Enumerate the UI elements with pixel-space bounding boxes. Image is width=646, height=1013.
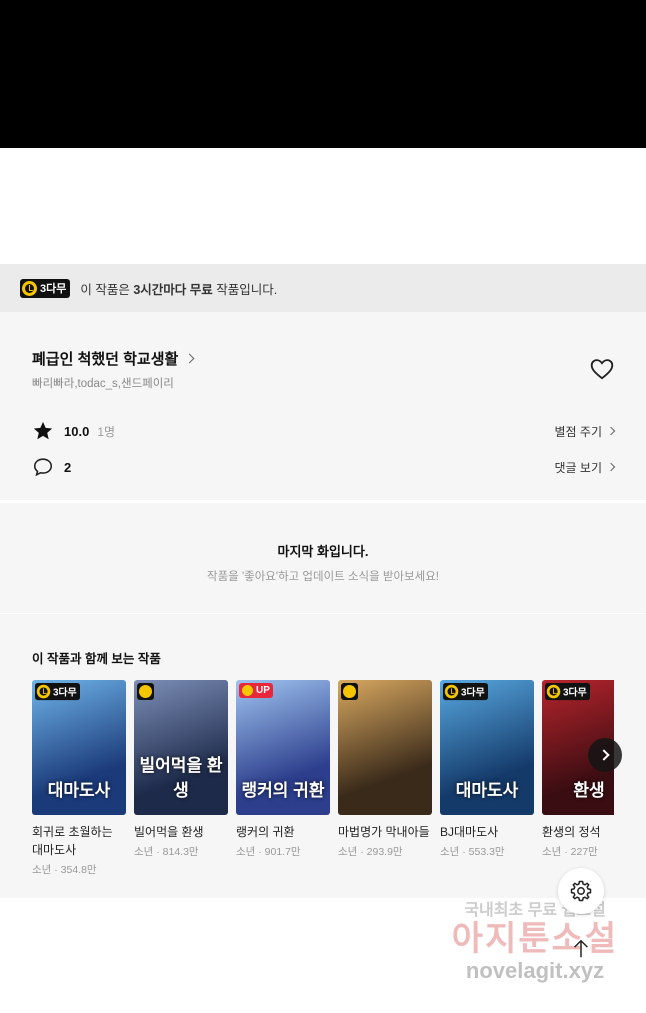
scroll-top-button[interactable] [560,928,602,970]
card-title[interactable]: 환생의 정석 [542,823,614,841]
work-title-link[interactable]: 폐급인 척했던 학교생활 [32,348,195,369]
up-badge: UP [239,683,273,698]
comment-button[interactable]: 댓글 보기 [555,459,616,476]
cover-title-art: 대마도사 [47,781,111,800]
comment-row: 2 댓글 보기 [32,455,616,479]
clock-icon [36,684,51,699]
rating-count: 1명 [97,424,116,439]
recommend-carousel: 3다무 대마도사 회귀로 초월하는 대마도사 소년 · 354.8만 빌어먹을 환생 빌어… [32,680,614,890]
comment-count: 2 [64,459,72,475]
card-meta: 소년 · 814.3만 [134,846,199,858]
free-banner: 3다무 이 작품은 3시간마다 무료 작품입니다. [0,264,646,312]
recommend-card[interactable]: 3다무환생환생의 정석소년 · 227만 [542,680,614,890]
star-icon [33,421,53,440]
clock-icon [546,684,561,699]
cover-image[interactable]: 3다무대마도사 [440,680,534,815]
arrow-up-icon [574,939,588,958]
card-meta: 소년 · 553.3만 [440,846,505,858]
gear-icon [570,880,592,902]
cover-image[interactable] [338,680,432,815]
recommend-card[interactable]: 3다무대마도사 BJ대마도사소년 · 553.3만 [440,680,534,890]
settings-button[interactable] [558,868,604,914]
work-info: 폐급인 척했던 학교생활 빠리빠라,todac_s,샌드페이리 10.0 1명 … [0,312,646,500]
clock-icon [22,280,37,296]
recommend-heading: 이 작품과 함께 보는 작품 [32,652,161,666]
card-meta: 소년 · 901.7만 [236,846,301,858]
recommend-card[interactable]: 마법명가 막내아들소년 · 293.9만 [338,680,432,890]
free-badge [341,683,358,700]
recommend-card[interactable]: 3다무대마도사회귀로 초월하는 대마도사소년 · 354.8만 [32,680,126,890]
rate-button[interactable]: 별점 주기 [555,423,616,440]
card-title[interactable]: 회귀로 초월하는 대마도사 [32,823,126,859]
clock-icon [242,685,253,696]
clock-icon [444,684,459,699]
clock-icon [139,685,152,698]
card-meta: 소년 · 227만 [542,846,598,858]
last-subtitle: 작품을 '좋아요'하고 업데이트 소식을 받아보세요! [207,571,439,583]
carousel-next-button[interactable] [588,738,622,772]
cover-image[interactable]: UP 랭커의 귀환 [236,680,330,815]
cover-title-art: 빌어먹을 환생 [139,756,223,800]
top-ad-area [0,0,646,148]
cover-image[interactable]: 빌어먹을 환생 [134,680,228,815]
cover-title-art: 환생 [573,781,605,800]
cover-title-art: 랭커의 귀환 [241,781,325,800]
chevron-right-icon [606,426,616,436]
card-title[interactable]: BJ대마도사 [440,823,534,841]
3damu-badge: 3다무 [20,278,71,298]
last-episode-notice: 마지막 화입니다. 작품을 '좋아요'하고 업데이트 소식을 받아보세요! [0,503,646,613]
cover-title-art: 대마도사 [455,781,519,800]
free-badge [137,683,154,700]
card-meta: 소년 · 293.9만 [338,846,403,858]
rating-row: 10.0 1명 별점 주기 [32,419,616,443]
work-authors: 빠리빠라,todac_s,샌드페이리 [32,378,174,390]
card-title[interactable]: 랭커의 귀환 [236,823,330,841]
3damu-badge: 3다무 [545,683,591,701]
card-title[interactable]: 마법명가 막내아들 [338,823,432,841]
3damu-badge: 3다무 [35,683,81,701]
last-title: 마지막 화입니다. [277,544,369,559]
3damu-badge: 3다무 [443,683,489,701]
cover-image[interactable]: 3다무대마도사 [32,680,126,815]
chevron-right-icon [184,353,195,364]
card-meta: 소년 · 354.8만 [32,864,97,876]
card-title[interactable]: 빌어먹을 환생 [134,823,228,841]
badge-label: 3다무 [40,283,67,295]
chevron-right-icon [606,462,616,472]
heart-icon[interactable] [589,356,615,382]
rating-value: 10.0 [64,423,90,439]
work-title: 폐급인 척했던 학교생활 [32,351,179,368]
banner-text: 이 작품은 3시간마다 무료 작품입니다. [80,282,278,297]
chevron-right-icon [597,749,610,761]
recommend-card[interactable]: UP 랭커의 귀환 랭커의 귀환 소년 · 901.7만 [236,680,330,890]
recommend-card[interactable]: 빌어먹을 환생 빌어먹을 환생 소년 · 814.3만 [134,680,228,890]
clock-icon [343,685,356,698]
recommend-section: 이 작품과 함께 보는 작품 3다무대마도사회귀로 초월하는 대마도사소년 · … [0,614,646,898]
comment-icon [33,458,53,477]
